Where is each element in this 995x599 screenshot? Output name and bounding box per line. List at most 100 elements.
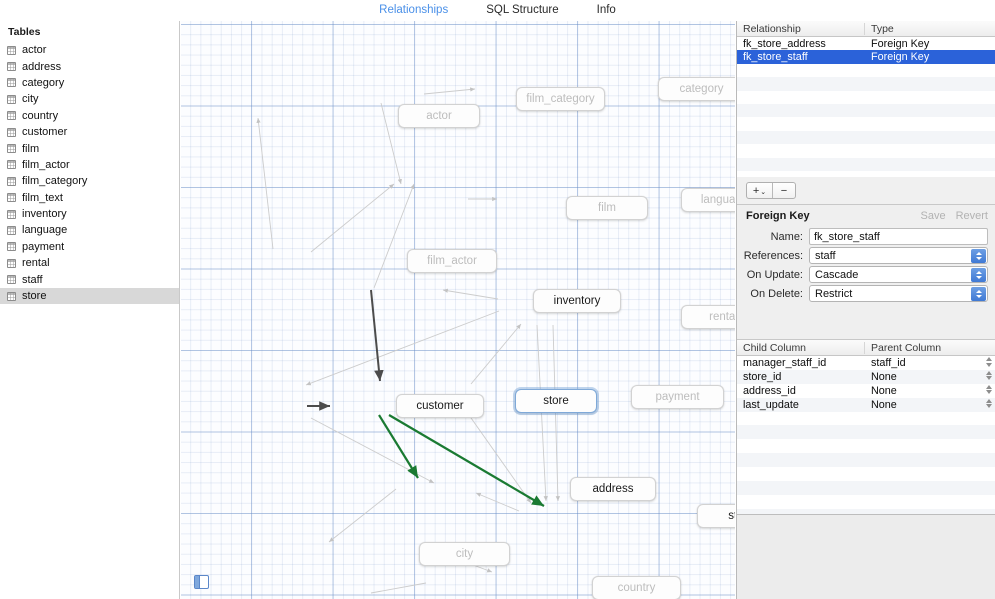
sidebar-item-address[interactable]: address: [0, 58, 179, 74]
diagram-node-inventory[interactable]: inventory: [533, 289, 621, 313]
diagram-node-label: inventory: [553, 295, 601, 307]
sidebar-item-label: store: [22, 290, 47, 303]
tables-list: actor address category city country customer f…: [0, 42, 179, 305]
sidebar-item-film_text[interactable]: film_text: [0, 190, 179, 206]
column-mapping-row[interactable]: last_update None: [737, 397, 995, 412]
column-header-relationship[interactable]: Relationship: [737, 22, 865, 35]
child-column-value: manager_staff_id: [743, 356, 827, 369]
sidebar-item-rental[interactable]: rental: [0, 255, 179, 271]
relationship-row[interactable]: fk_store_address Foreign Key: [737, 37, 995, 50]
fk-field-row: Name: fk_store_staff: [737, 227, 995, 246]
fk-field-label: Name:: [770, 230, 803, 243]
foreign-key-fields: Name: fk_store_staff References: staff On Up…: [737, 227, 995, 303]
fk-field-value: Cascade: [815, 268, 859, 281]
column-header-parent-column[interactable]: Parent Column: [865, 342, 995, 354]
columns-table-header: Child Column Parent Column: [737, 340, 995, 356]
sidebar-item-film[interactable]: film: [0, 140, 179, 156]
sidebar-item-category[interactable]: category: [0, 75, 179, 91]
sidebar-item-label: customer: [22, 126, 68, 139]
diagram-node-film_category[interactable]: film_category: [516, 87, 605, 111]
fk-select-onupdate[interactable]: Cascade: [809, 266, 988, 283]
diagram-node-category[interactable]: category: [658, 77, 735, 101]
column-mapping-row[interactable]: address_id None: [737, 384, 995, 398]
child-column-value: store_id: [743, 370, 782, 383]
fk-field-row: On Delete: Restrict: [737, 284, 995, 303]
diagram-node-customer[interactable]: customer: [396, 394, 484, 418]
sidebar-item-city[interactable]: city: [0, 91, 179, 107]
diagram-node-actor[interactable]: actor: [398, 104, 480, 128]
diagram-node-film_actor[interactable]: film_actor: [407, 249, 497, 273]
sidebar-header: Tables: [8, 26, 41, 38]
fk-field-value: staff: [815, 249, 836, 262]
diagram-node-payment[interactable]: payment: [631, 385, 724, 409]
stepper-icon[interactable]: [986, 384, 992, 395]
app-window: Relationships SQL Structure Info Tables …: [0, 0, 995, 599]
relationship-row-empty: [737, 77, 995, 91]
save-button[interactable]: Save: [921, 210, 946, 222]
fk-select-references[interactable]: staff: [809, 247, 988, 264]
fk-field-label: On Delete:: [750, 287, 803, 300]
diagram-node-country[interactable]: country: [592, 576, 681, 599]
foreign-key-form-header: Foreign Key Save Revert: [737, 205, 995, 227]
diagram-node-label: city: [455, 548, 474, 560]
column-header-child-column[interactable]: Child Column: [737, 341, 865, 354]
relationships-table-header: Relationship Type: [737, 21, 995, 37]
stepper-icon[interactable]: [986, 357, 992, 367]
add-relationship-button[interactable]: + ⌄: [747, 183, 773, 198]
sidebar-item-country[interactable]: country: [0, 108, 179, 124]
diagram-node-city[interactable]: city: [419, 542, 510, 566]
fk-select-ondelete[interactable]: Restrict: [809, 285, 988, 302]
sidebar-toggle-icon[interactable]: [194, 575, 209, 589]
sidebar-item-staff[interactable]: staff: [0, 271, 179, 287]
tab-sql-structure[interactable]: SQL Structure: [486, 4, 558, 17]
relationships-table[interactable]: Relationship Type fk_store_address Foreig…: [737, 21, 995, 177]
foreign-key-form: Foreign Key Save Revert Name: fk_store_st…: [737, 204, 995, 339]
fk-name-input[interactable]: fk_store_staff: [809, 228, 988, 245]
column-header-type[interactable]: Type: [865, 23, 995, 35]
stepper-icon[interactable]: [986, 398, 992, 409]
sidebar-item-film_actor[interactable]: film_actor: [0, 157, 179, 173]
diagram-node-address[interactable]: address: [570, 477, 656, 501]
relationship-row[interactable]: fk_store_staff Foreign Key: [737, 50, 995, 64]
diagram-node-language[interactable]: language: [681, 188, 735, 212]
add-remove-segmented-control: + ⌄ −: [746, 182, 796, 199]
diagram-node-store[interactable]: store: [515, 389, 597, 413]
child-column-value: last_update: [743, 398, 799, 411]
relationship-canvas[interactable]: actor film_category category film language fi…: [181, 21, 735, 599]
sidebar-item-inventory[interactable]: inventory: [0, 206, 179, 222]
sidebar-item-label: category: [22, 76, 65, 89]
sidebar-item-film_category[interactable]: film_category: [0, 173, 179, 189]
diagram-node-film[interactable]: film: [566, 196, 648, 220]
tables-sidebar: Tables actor address category city country cu…: [0, 21, 180, 599]
stepper-icon[interactable]: [971, 267, 986, 282]
relationship-row-empty: [737, 91, 995, 104]
column-mapping-row-empty: [737, 481, 995, 495]
column-mapping-row-empty: [737, 495, 995, 509]
stepper-icon[interactable]: [971, 286, 986, 301]
columns-rows: manager_staff_id staff_id store_id None addr…: [737, 356, 995, 514]
parent-column-value: None: [871, 370, 897, 383]
sidebar-item-actor[interactable]: actor: [0, 42, 179, 58]
tab-relationships[interactable]: Relationships: [379, 4, 448, 17]
diagram-node-staff[interactable]: staff: [697, 504, 735, 528]
sidebar-item-payment[interactable]: payment: [0, 239, 179, 255]
sidebar-item-label: country: [22, 109, 59, 122]
sidebar-item-customer[interactable]: customer: [0, 124, 179, 140]
sidebar-item-store[interactable]: store: [0, 287, 179, 305]
table-icon: [7, 209, 16, 219]
stepper-icon[interactable]: [971, 248, 986, 263]
columns-mapping-table[interactable]: Child Column Parent Column manager_staff…: [737, 339, 995, 514]
relationship-type: Foreign Key: [871, 37, 930, 50]
table-icon: [7, 225, 16, 235]
sidebar-item-language[interactable]: language: [0, 222, 179, 238]
column-mapping-row[interactable]: manager_staff_id staff_id: [737, 356, 995, 370]
tab-info[interactable]: Info: [597, 4, 616, 17]
stepper-icon[interactable]: [986, 370, 992, 381]
column-mapping-row[interactable]: store_id None: [737, 369, 995, 384]
revert-button[interactable]: Revert: [956, 210, 988, 222]
sidebar-item-label: address: [22, 60, 62, 73]
table-icon: [7, 111, 16, 121]
diagram-node-rental[interactable]: rental: [681, 305, 735, 329]
remove-relationship-button[interactable]: −: [773, 183, 795, 198]
fk-field-label: References:: [743, 249, 803, 262]
